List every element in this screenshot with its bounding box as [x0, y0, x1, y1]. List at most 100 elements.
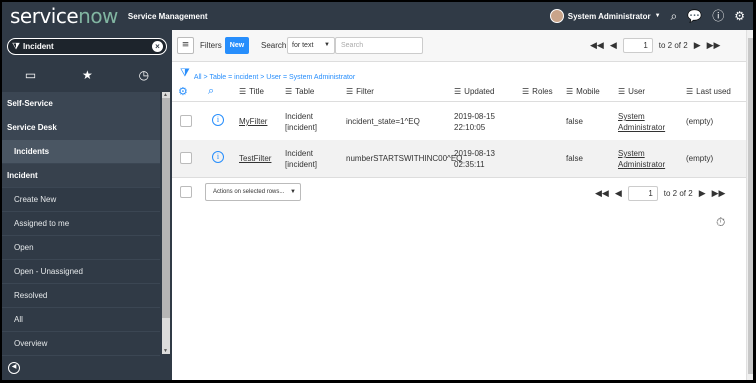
column-search-icon[interactable]: ⌕	[208, 84, 214, 98]
first-page-icon[interactable]: ◀◀	[590, 41, 604, 51]
user-menu[interactable]: System Administrator ▼	[549, 9, 661, 23]
breadcrumb-text[interactable]: All > Table = incident > User = System A…	[194, 74, 355, 81]
help-icon[interactable]: ⓘ	[712, 10, 724, 22]
column-label: Mobile	[576, 87, 600, 96]
avatar	[549, 9, 564, 23]
history-clock-icon[interactable]: ◷	[139, 68, 149, 82]
page-of-text: to 2 of 2	[663, 189, 693, 198]
search-input[interactable]: Search	[335, 37, 423, 54]
nav-item-all[interactable]: All	[2, 308, 160, 332]
chevron-down-icon: ▼	[654, 13, 661, 19]
search-label: Search	[261, 41, 287, 50]
logo-text-now: now	[78, 4, 118, 28]
nav-item-overview[interactable]: Overview	[2, 332, 160, 356]
nav-item-assigned-to-me[interactable]: Assigned to me	[2, 212, 160, 236]
column-label: Filter	[356, 87, 374, 96]
last-page-icon[interactable]: ▶▶	[707, 41, 721, 51]
user-link-line1[interactable]: System	[618, 148, 645, 159]
nav-section-service-desk[interactable]: Service Desk	[2, 116, 160, 140]
chevron-down-icon: ▼	[290, 189, 296, 195]
column-header-updated[interactable]: ☰ Updated	[454, 87, 494, 96]
actions-label: Actions on selected rows...	[213, 189, 285, 195]
updated-time: 22:10:05	[454, 123, 486, 132]
first-page-icon[interactable]: ◀◀	[595, 189, 609, 199]
column-header-filter[interactable]: ☰ Filter	[346, 87, 374, 96]
prev-page-icon[interactable]: ◀	[615, 189, 622, 199]
chat-icon[interactable]: 💬	[687, 10, 702, 22]
favorites-star-icon[interactable]: ★	[82, 68, 93, 82]
next-page-icon[interactable]: ▶	[694, 41, 701, 51]
title-link[interactable]: MyFilter	[239, 116, 267, 127]
list-view: ≡ Filters New Search for text ▼ Search ◀…	[172, 30, 753, 380]
title-link[interactable]: TestFilter	[239, 153, 271, 164]
column-header-table[interactable]: ☰ Table	[285, 87, 314, 96]
list-menu-icon[interactable]: ≡	[177, 37, 194, 54]
sidebar-scroll-thumb[interactable]	[162, 98, 170, 318]
main-scroll-thumb[interactable]	[748, 38, 753, 374]
table-cell-line2: [incident]	[285, 123, 318, 132]
info-icon[interactable]: i	[212, 114, 224, 126]
table-header: ⚙ ⌕ ☰ Title ☰ Table ☰ Filter ☰ Updated ☰ Role…	[172, 82, 746, 102]
sidebar-scrollbar[interactable]: ▲ ▼	[162, 92, 170, 354]
page-number-input[interactable]: 1	[627, 186, 658, 201]
updated-date: 2019-08-13	[454, 149, 495, 158]
next-page-icon[interactable]: ▶	[699, 189, 706, 199]
actions-select[interactable]: Actions on selected rows... ▼	[205, 183, 301, 201]
info-icon[interactable]: i	[212, 151, 224, 163]
last-page-icon[interactable]: ▶▶	[712, 189, 726, 199]
scroll-down-icon[interactable]: ▼	[163, 348, 168, 354]
last-used-cell: (empty)	[686, 117, 714, 126]
funnel-icon: ⧩	[12, 41, 21, 52]
column-header-title[interactable]: ☰ Title	[239, 87, 264, 96]
last-used-cell: (empty)	[686, 154, 714, 163]
nav-module-incident[interactable]: Incident	[2, 164, 160, 188]
user-link-line1[interactable]: System	[618, 111, 645, 122]
column-header-roles[interactable]: ☰ Roles	[522, 87, 553, 96]
select-all-checkbox[interactable]	[180, 186, 192, 198]
main-scrollbar[interactable]	[746, 30, 753, 380]
page-number-input[interactable]: 1	[622, 38, 653, 53]
response-time-stopwatch-icon[interactable]: ⏱	[716, 215, 725, 230]
column-header-last-used[interactable]: ☰ Last used	[686, 87, 731, 96]
collapse-navigator-icon[interactable]: ◀	[8, 362, 20, 374]
column-menu-icon: ☰	[522, 87, 530, 96]
column-label: Table	[295, 87, 315, 96]
navigator-filter-input[interactable]: ⧩ Incident ×	[7, 38, 167, 55]
row-checkbox[interactable]	[180, 115, 192, 127]
funnel-icon[interactable]: ⧩	[180, 66, 190, 80]
nav-item-create-new[interactable]: Create New	[2, 188, 160, 212]
chevron-down-icon: ▼	[324, 42, 330, 48]
servicenow-logo[interactable]: servicenow	[10, 2, 118, 30]
navigator-tabs: ▭ ★ ◷	[2, 60, 172, 90]
filters-label: Filters	[200, 41, 222, 50]
user-link-line2[interactable]: Administrator	[618, 122, 665, 133]
table-row[interactable]: i TestFilter Incident [incident] numberS…	[172, 140, 746, 178]
prev-page-icon[interactable]: ◀	[610, 41, 617, 51]
column-label: Updated	[464, 87, 495, 96]
new-button[interactable]: New	[225, 37, 249, 54]
nav-section-self-service[interactable]: Self-Service	[2, 92, 160, 116]
table-row[interactable]: i MyFilter Incident [incident] incident_…	[172, 103, 746, 141]
nav-item-open[interactable]: Open	[2, 236, 160, 260]
search-field-select[interactable]: for text ▼	[287, 37, 335, 54]
user-link-line2[interactable]: Administrator	[618, 159, 665, 170]
list-toolbar: ≡ Filters New Search for text ▼ Search ◀…	[172, 30, 753, 62]
mobile-cell: false	[566, 154, 583, 163]
all-apps-icon[interactable]: ▭	[25, 68, 36, 82]
search-icon[interactable]: ⌕	[671, 10, 678, 22]
column-header-mobile[interactable]: ☰ Mobile	[566, 87, 600, 96]
navigator-menu: Self-Service Service Desk Incidents Inci…	[2, 92, 160, 356]
gear-icon[interactable]: ⚙	[734, 10, 745, 22]
nav-item-incidents[interactable]: Incidents	[2, 140, 160, 164]
nav-item-open-unassigned[interactable]: Open - Unassigned	[2, 260, 160, 284]
table-cell-line1: Incident	[285, 149, 314, 158]
row-checkbox[interactable]	[180, 152, 192, 164]
nav-item-resolved[interactable]: Resolved	[2, 284, 160, 308]
column-menu-icon: ☰	[686, 87, 694, 96]
column-label: User	[628, 87, 646, 96]
column-header-user[interactable]: ☰ User	[618, 87, 645, 96]
breadcrumb: ⧩ All > Table = incident > User = System…	[180, 66, 355, 81]
list-settings-gear-icon[interactable]: ⚙	[178, 85, 188, 98]
clear-filter-icon[interactable]: ×	[152, 41, 163, 52]
column-menu-icon: ☰	[618, 87, 626, 96]
